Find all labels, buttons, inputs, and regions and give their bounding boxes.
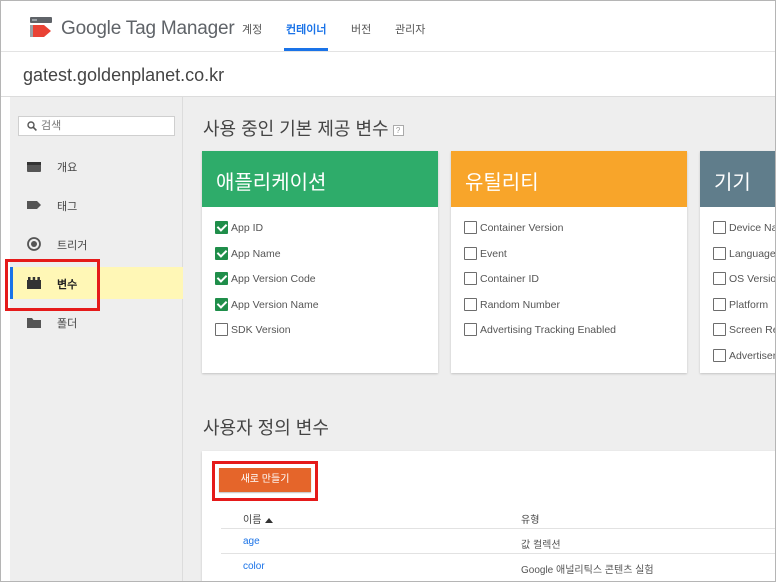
folder-icon — [27, 318, 41, 328]
checkbox-label: Random Number — [480, 298, 560, 311]
checkbox[interactable] — [713, 246, 726, 260]
tab-account[interactable]: 계정 — [242, 21, 262, 37]
checkbox-row[interactable]: Container ID — [451, 272, 687, 298]
card-body: Container Version Event Container ID Ran… — [451, 207, 687, 349]
tag-manager-logo-icon — [30, 17, 52, 37]
checkbox-row[interactable]: Container Version — [451, 221, 687, 247]
checkbox-label: Device Na — [729, 222, 776, 234]
brand-name: Google Tag Manager — [61, 18, 235, 39]
tab-container[interactable]: 컨테이너 — [283, 21, 329, 51]
card-body: Device Na Language OS Versio Platform Sc… — [700, 207, 776, 373]
sidebar-item-overview[interactable]: 개요 — [10, 150, 183, 182]
top-nav: Google Tag Manager 계정 컨테이너 버전 관리자 — [1, 1, 775, 52]
checkbox-row[interactable]: Language — [700, 246, 776, 273]
divider — [221, 553, 775, 554]
checkbox[interactable] — [215, 323, 228, 337]
builtin-card-application: 애플리케이션 App ID App Name App Version Code … — [202, 151, 438, 373]
checkbox-row[interactable]: Event — [451, 246, 687, 273]
search-input[interactable] — [41, 118, 171, 134]
builtin-variables-title-text: 사용 중인 기본 제공 변수 — [203, 119, 389, 139]
checkbox-label: Platform — [729, 298, 769, 311]
checkbox-row[interactable]: App ID — [202, 221, 438, 247]
checkbox-row[interactable]: App Name — [202, 246, 438, 273]
checkbox-checked[interactable] — [215, 272, 228, 286]
tab-versions[interactable]: 버전 — [351, 21, 371, 37]
checkbox[interactable] — [713, 323, 726, 337]
checkbox-label: Event — [480, 247, 507, 260]
builtin-card-utility: 유틸리티 Container Version Event Container I… — [451, 151, 687, 373]
checkbox-row[interactable]: OS Versio — [700, 272, 776, 298]
tag-icon — [27, 201, 41, 209]
checkbox[interactable] — [464, 323, 477, 337]
main-content: 사용 중인 기본 제공 변수? 애플리케이션 App ID App Name A… — [183, 97, 776, 581]
user-defined-variables-title: 사용자 정의 변수 — [203, 418, 329, 438]
card-header: 기기 — [700, 151, 775, 207]
checkbox-label: Advertiser — [729, 349, 776, 362]
checkbox-label: SDK Version — [231, 324, 291, 337]
sidebar-item-label: 개요 — [57, 162, 78, 174]
checkbox-row[interactable]: SDK Version — [202, 323, 438, 349]
column-header-type[interactable]: 유형 — [521, 511, 539, 526]
sidebar-item-label: 태그 — [57, 201, 78, 213]
checkbox-label: Advertising Tracking Enabled — [480, 324, 616, 337]
container-domain: gatest.goldenplanet.co.kr — [23, 65, 225, 85]
checkbox[interactable] — [713, 348, 726, 362]
checkbox-label: App ID — [231, 222, 264, 234]
checkbox-row[interactable]: Screen Re — [700, 323, 776, 349]
variable-name-link[interactable]: color — [243, 561, 265, 572]
checkbox-row[interactable]: Advertising Tracking Enabled — [451, 323, 687, 349]
variable-type: 값 컬렉션 — [521, 540, 561, 551]
variable-type: Google 애널리틱스 콘텐츠 실험 — [521, 565, 654, 576]
card-body: App ID App Name App Version Code App Ver… — [202, 207, 438, 349]
checkbox[interactable] — [713, 221, 726, 234]
checkbox-label: OS Versio — [729, 273, 776, 286]
card-header: 유틸리티 — [451, 151, 687, 207]
checkbox-row[interactable]: App Version Code — [202, 272, 438, 298]
checkbox-label: Container Version — [480, 222, 564, 234]
column-header-name-label: 이름 — [243, 515, 262, 526]
checkbox-row[interactable]: Advertiser — [700, 348, 776, 373]
card-header: 애플리케이션 — [202, 151, 438, 207]
checkbox-checked[interactable] — [215, 246, 228, 260]
briefcase-icon — [27, 162, 41, 172]
checkbox-checked[interactable] — [215, 297, 228, 311]
checkbox[interactable] — [713, 272, 726, 286]
checkbox-row[interactable]: Platform — [700, 297, 775, 324]
checkbox[interactable] — [464, 272, 477, 286]
sidebar-item-tags[interactable]: 태그 — [10, 189, 183, 221]
checkbox-label: App Version Code — [231, 273, 316, 286]
checkbox-row[interactable]: Device Na — [700, 221, 776, 247]
sidebar-search[interactable] — [18, 116, 175, 136]
help-icon[interactable]: ? — [392, 124, 404, 136]
checkbox-label: Screen Re — [729, 324, 776, 337]
highlight-box-new-button — [212, 461, 318, 501]
sidebar: 개요 태그 트리거 변수 — [10, 97, 183, 581]
checkbox[interactable] — [713, 297, 726, 311]
sort-ascending-icon — [265, 517, 274, 523]
sidebar-item-label: 트리거 — [57, 240, 88, 252]
search-icon — [27, 121, 37, 131]
sidebar-item-label: 폴더 — [57, 318, 78, 330]
app-window: Google Tag Manager 계정 컨테이너 버전 관리자 gatest… — [0, 0, 776, 582]
checkbox-checked[interactable] — [215, 221, 228, 234]
column-header-name[interactable]: 이름 — [243, 511, 274, 526]
checkbox-row[interactable]: Random Number — [451, 297, 687, 324]
sidebar-item-triggers[interactable]: 트리거 — [10, 228, 183, 260]
builtin-card-device: 기기 Device Na Language OS Versio Platform… — [700, 151, 776, 373]
checkbox-label: Container ID — [480, 273, 539, 286]
checkbox-label: Language — [729, 247, 776, 260]
checkbox-label: App Name — [231, 247, 281, 260]
trigger-icon — [27, 237, 41, 251]
checkbox[interactable] — [464, 297, 477, 311]
divider — [221, 528, 775, 529]
builtin-variables-title: 사용 중인 기본 제공 변수? — [203, 115, 404, 141]
highlight-box-variables — [5, 259, 100, 311]
checkbox-label: App Version Name — [231, 298, 319, 311]
variable-name-link[interactable]: age — [243, 536, 260, 547]
checkbox-row[interactable]: App Version Name — [202, 297, 438, 324]
checkbox[interactable] — [464, 246, 477, 260]
tab-admin[interactable]: 관리자 — [395, 21, 425, 37]
checkbox[interactable] — [464, 221, 477, 234]
container-header: gatest.goldenplanet.co.kr — [1, 52, 775, 97]
